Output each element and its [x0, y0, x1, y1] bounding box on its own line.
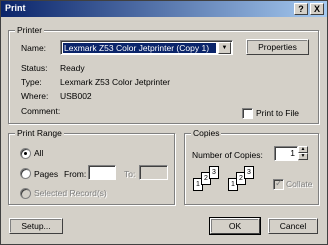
spin-up-icon[interactable]: ▲ [298, 146, 308, 153]
name-label: Name: [21, 43, 47, 53]
copies-group-label: Copies [191, 128, 222, 138]
status-value: Ready [60, 63, 85, 73]
spin-down-icon[interactable]: ▼ [298, 153, 308, 160]
printer-group: Printer Name: Lexmark Z53 Color Jetprint… [8, 25, 319, 124]
setup-button[interactable]: Setup... [9, 218, 63, 234]
type-label: Type: [21, 77, 42, 87]
status-label: Status: [21, 63, 48, 73]
print-to-file-checkbox[interactable] [242, 108, 253, 119]
copies-value: 1 [290, 148, 295, 158]
printer-group-label: Printer [15, 25, 45, 35]
where-value: USB002 [60, 91, 92, 101]
to-input[interactable] [139, 165, 168, 180]
from-input[interactable] [88, 165, 116, 180]
number-of-copies-label: Number of Copies: [192, 150, 263, 160]
print-range-group: Print Range All Pages From: To: Selected… [8, 128, 175, 205]
selected-records-radio[interactable] [20, 188, 31, 199]
to-label: To: [124, 169, 136, 179]
where-label: Where: [21, 91, 49, 101]
copies-group: Copies Number of Copies: 1 ▲ ▼ 1 2 3 1 2… [184, 128, 319, 205]
help-button[interactable]: ? [294, 3, 308, 15]
checkmark-icon: ✓ [275, 178, 283, 188]
close-button[interactable]: X [310, 3, 324, 15]
title-bar[interactable]: Print ? X [1, 1, 327, 17]
from-label: From: [64, 169, 87, 179]
copies-spinner[interactable]: ▲ ▼ [298, 146, 308, 161]
chevron-down-icon[interactable]: ▼ [218, 42, 231, 54]
comment-label: Comment: [21, 106, 61, 116]
radio-selected-dot [24, 152, 27, 155]
print-range-group-label: Print Range [15, 128, 64, 138]
type-value: Lexmark Z53 Color Jetprinter [60, 77, 171, 87]
ok-button[interactable]: OK [209, 217, 261, 235]
print-dialog: Print ? X Printer Name: Lexmark Z53 Colo… [0, 0, 328, 245]
cancel-button[interactable]: Cancel [268, 218, 318, 234]
page-icon: 3 [244, 166, 254, 179]
properties-button[interactable]: Properties [246, 39, 309, 55]
copies-input[interactable]: 1 [274, 146, 298, 161]
all-radio[interactable] [20, 148, 31, 159]
all-label[interactable]: All [34, 148, 43, 158]
print-to-file-label[interactable]: Print to File [256, 108, 299, 118]
pages-radio[interactable] [20, 168, 31, 179]
pages-label[interactable]: Pages [34, 169, 58, 179]
page-icon: 3 [209, 166, 219, 179]
collate-checkbox[interactable]: ✓ [273, 178, 284, 190]
selected-records-label[interactable]: Selected Record(s) [34, 188, 107, 198]
window-title: Print [5, 3, 26, 13]
printer-name-combo[interactable]: Lexmark Z53 Color Jetprinter (Copy 1) ▼ [60, 40, 233, 55]
printer-name-value: Lexmark Z53 Color Jetprinter (Copy 1) [63, 43, 216, 53]
collate-label[interactable]: Collate [286, 179, 312, 189]
